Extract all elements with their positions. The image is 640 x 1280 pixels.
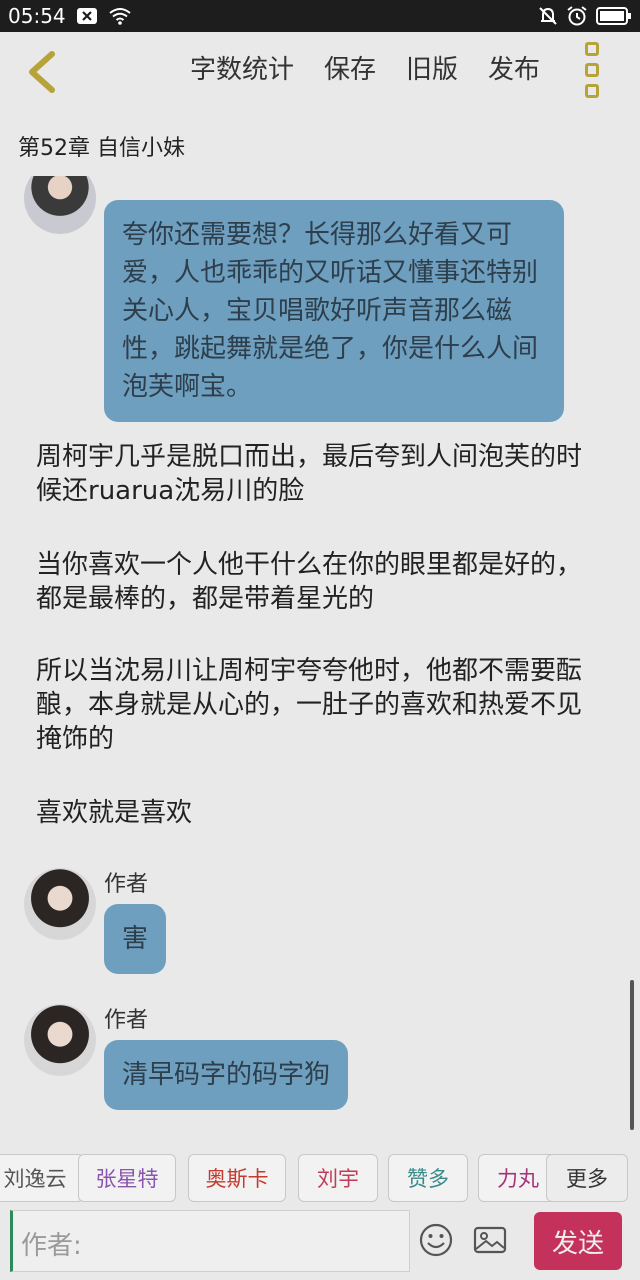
more-vertical-icon[interactable] — [580, 42, 604, 98]
quick-tag[interactable]: 刘宇 — [298, 1154, 378, 1202]
emoji-icon[interactable] — [418, 1222, 454, 1258]
editor-header: 字数统计 保存 旧版 发布 — [0, 32, 640, 112]
notification-close-icon — [76, 7, 98, 25]
quick-tag[interactable]: 张星特 — [78, 1154, 176, 1202]
status-bar: 05:54 — [0, 0, 640, 32]
chevron-left-icon — [29, 51, 55, 93]
chat-bubble[interactable]: 夸你还需要想？长得那么好看又可爱，人也乖乖的又听话又懂事还特别关心人，宝贝唱歌好… — [104, 200, 564, 422]
sender-name: 作者 — [104, 872, 149, 897]
publish-button[interactable]: 发布 — [488, 48, 540, 92]
word-count-button[interactable]: 字数统计 — [190, 48, 294, 92]
composer-placeholder: 作者: — [21, 1231, 82, 1261]
paragraph: 喜欢就是喜欢 — [36, 798, 193, 828]
status-time: 05:54 — [8, 4, 66, 28]
battery-icon — [596, 6, 632, 26]
avatar[interactable] — [24, 1004, 96, 1076]
sender-name: 作者 — [104, 1008, 149, 1033]
composer-input[interactable]: 作者: — [10, 1210, 410, 1272]
chat-bubble[interactable]: 清早码字的码字狗 — [104, 1040, 349, 1110]
chapter-title: 第52章 自信小妹 — [18, 136, 185, 161]
back-button[interactable] — [20, 48, 64, 96]
composer-bar: 作者: 发送 — [0, 1208, 640, 1280]
wifi-icon — [108, 7, 132, 25]
chat-bubble[interactable]: 害 — [104, 904, 167, 974]
paragraph: 周柯宇几乎是脱口而出，最后夸到人间泡芙的时候还ruarua沈易川的脸 — [36, 442, 583, 506]
scrollbar[interactable] — [630, 980, 634, 1130]
old-version-button[interactable]: 旧版 — [406, 48, 458, 92]
header-actions: 字数统计 保存 旧版 发布 — [190, 48, 540, 92]
mute-bell-icon — [538, 6, 558, 26]
quick-tag[interactable]: 刘逸云 — [0, 1154, 84, 1202]
avatar[interactable] — [24, 868, 96, 940]
quick-tag[interactable]: 赞多 — [388, 1154, 468, 1202]
save-button[interactable]: 保存 — [324, 48, 376, 92]
paragraph: 所以当沈易川让周柯宇夸夸他时，他都不需要酝酿，本身就是从心的，一肚子的喜欢和热爱… — [36, 656, 583, 754]
alarm-icon — [566, 5, 588, 27]
avatar[interactable] — [24, 176, 96, 234]
editor-page: 05:54 字数统计 保存 旧版 发布 第52章 自信小妹 夸你还需要想？长得那… — [0, 0, 640, 1280]
image-icon[interactable] — [472, 1222, 508, 1258]
chapter-content: 夸你还需要想？长得那么好看又可爱，人也乖乖的又听话又懂事还特别关心人，宝贝唱歌好… — [0, 176, 640, 1128]
more-tags-button[interactable]: 更多 — [546, 1154, 628, 1202]
paragraph: 当你喜欢一个人他干什么在你的眼里都是好的，都是最棒的，都是带着星光的 — [36, 550, 583, 614]
send-button[interactable]: 发送 — [534, 1212, 622, 1270]
quick-tag[interactable]: 奥斯卡 — [188, 1154, 286, 1202]
